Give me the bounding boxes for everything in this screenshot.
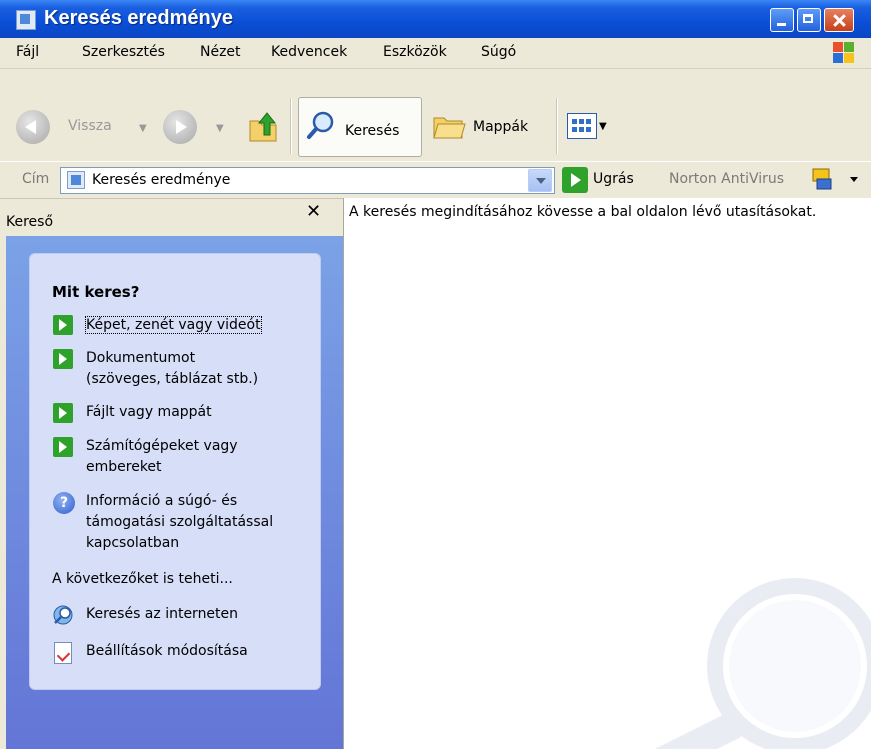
- close-button[interactable]: [824, 8, 854, 32]
- up-folder-icon[interactable]: [248, 111, 278, 143]
- search-results-icon: [67, 171, 85, 189]
- help-icon[interactable]: ?: [53, 492, 75, 514]
- toolbar-separator: [290, 98, 292, 154]
- option-pictures-music-video[interactable]: Képet, zenét vagy videót: [85, 315, 262, 336]
- arrow-right-icon[interactable]: [53, 403, 73, 423]
- menu-tools[interactable]: Eszközök: [383, 44, 447, 60]
- toolbar-separator: [556, 98, 558, 154]
- windows-logo-icon: [833, 42, 855, 64]
- option-help-support-cont[interactable]: támogatási szolgáltatással: [86, 512, 273, 533]
- views-icon[interactable]: [567, 113, 597, 139]
- folders-button-label[interactable]: Mappák: [473, 119, 528, 135]
- norton-dropdown-icon[interactable]: [850, 177, 858, 182]
- views-dropdown-icon[interactable]: ▼: [599, 121, 607, 132]
- address-label: Cím: [22, 171, 50, 187]
- back-button-label[interactable]: Vissza: [68, 118, 112, 134]
- option-documents-detail[interactable]: (szöveges, táblázat stb.): [86, 369, 258, 390]
- menu-view[interactable]: Nézet: [200, 44, 241, 60]
- option-documents[interactable]: Dokumentumot: [86, 348, 195, 369]
- option-help-support-cont2[interactable]: kapcsolatban: [86, 533, 179, 554]
- forward-dropdown-icon[interactable]: ▼: [216, 123, 224, 134]
- maximize-button[interactable]: [797, 8, 821, 32]
- go-arrow-icon[interactable]: [562, 167, 588, 193]
- search-window-icon: [16, 10, 36, 30]
- search-question: Mit keres?: [52, 283, 140, 301]
- search-button-label[interactable]: Keresés: [345, 123, 399, 139]
- also-label: A következőket is teheti...: [52, 571, 233, 587]
- arrow-right-icon[interactable]: [53, 349, 73, 369]
- option-help-support[interactable]: Információ a súgó- és: [86, 491, 237, 512]
- address-dropdown-icon[interactable]: [528, 169, 552, 192]
- folders-icon[interactable]: [432, 112, 466, 140]
- back-arrow-icon[interactable]: [16, 110, 50, 144]
- option-computers-people-cont[interactable]: embereket: [86, 457, 162, 478]
- search-icon: [307, 111, 334, 139]
- option-computers-people[interactable]: Számítógépeket vagy: [86, 436, 238, 457]
- link-change-preferences[interactable]: Beállítások módosítása: [86, 641, 248, 662]
- window-title: Keresés eredménye: [44, 7, 234, 29]
- internet-search-icon[interactable]: [52, 604, 74, 626]
- results-hint: A keresés megindításához kövesse a bal o…: [349, 204, 817, 220]
- norton-antivirus-label[interactable]: Norton AntiVirus: [669, 171, 784, 187]
- close-pane-icon[interactable]: ✕: [306, 201, 321, 223]
- forward-arrow-icon[interactable]: [163, 110, 197, 144]
- back-dropdown-icon[interactable]: ▼: [139, 123, 147, 134]
- option-files-folders[interactable]: Fájlt vagy mappát: [86, 402, 212, 423]
- menu-edit[interactable]: Szerkesztés: [82, 44, 165, 60]
- arrow-right-icon[interactable]: [53, 437, 73, 457]
- explorer-window: Keresés eredménye Fájl Szerkesztés Nézet…: [0, 0, 871, 749]
- minimize-button[interactable]: [770, 8, 794, 32]
- magnifier-watermark-icon: [654, 578, 871, 749]
- menu-favorites[interactable]: Kedvencek: [271, 44, 347, 60]
- settings-document-icon[interactable]: [54, 642, 72, 664]
- link-search-internet[interactable]: Keresés az interneten: [86, 604, 238, 625]
- menu-file[interactable]: Fájl: [16, 44, 39, 60]
- address-value[interactable]: Keresés eredménye: [92, 172, 230, 188]
- menu-help[interactable]: Súgó: [481, 44, 516, 60]
- search-pane-title: Kereső: [6, 214, 54, 230]
- norton-icon[interactable]: [811, 167, 833, 191]
- arrow-right-icon[interactable]: [53, 315, 73, 335]
- go-button-label[interactable]: Ugrás: [593, 171, 634, 187]
